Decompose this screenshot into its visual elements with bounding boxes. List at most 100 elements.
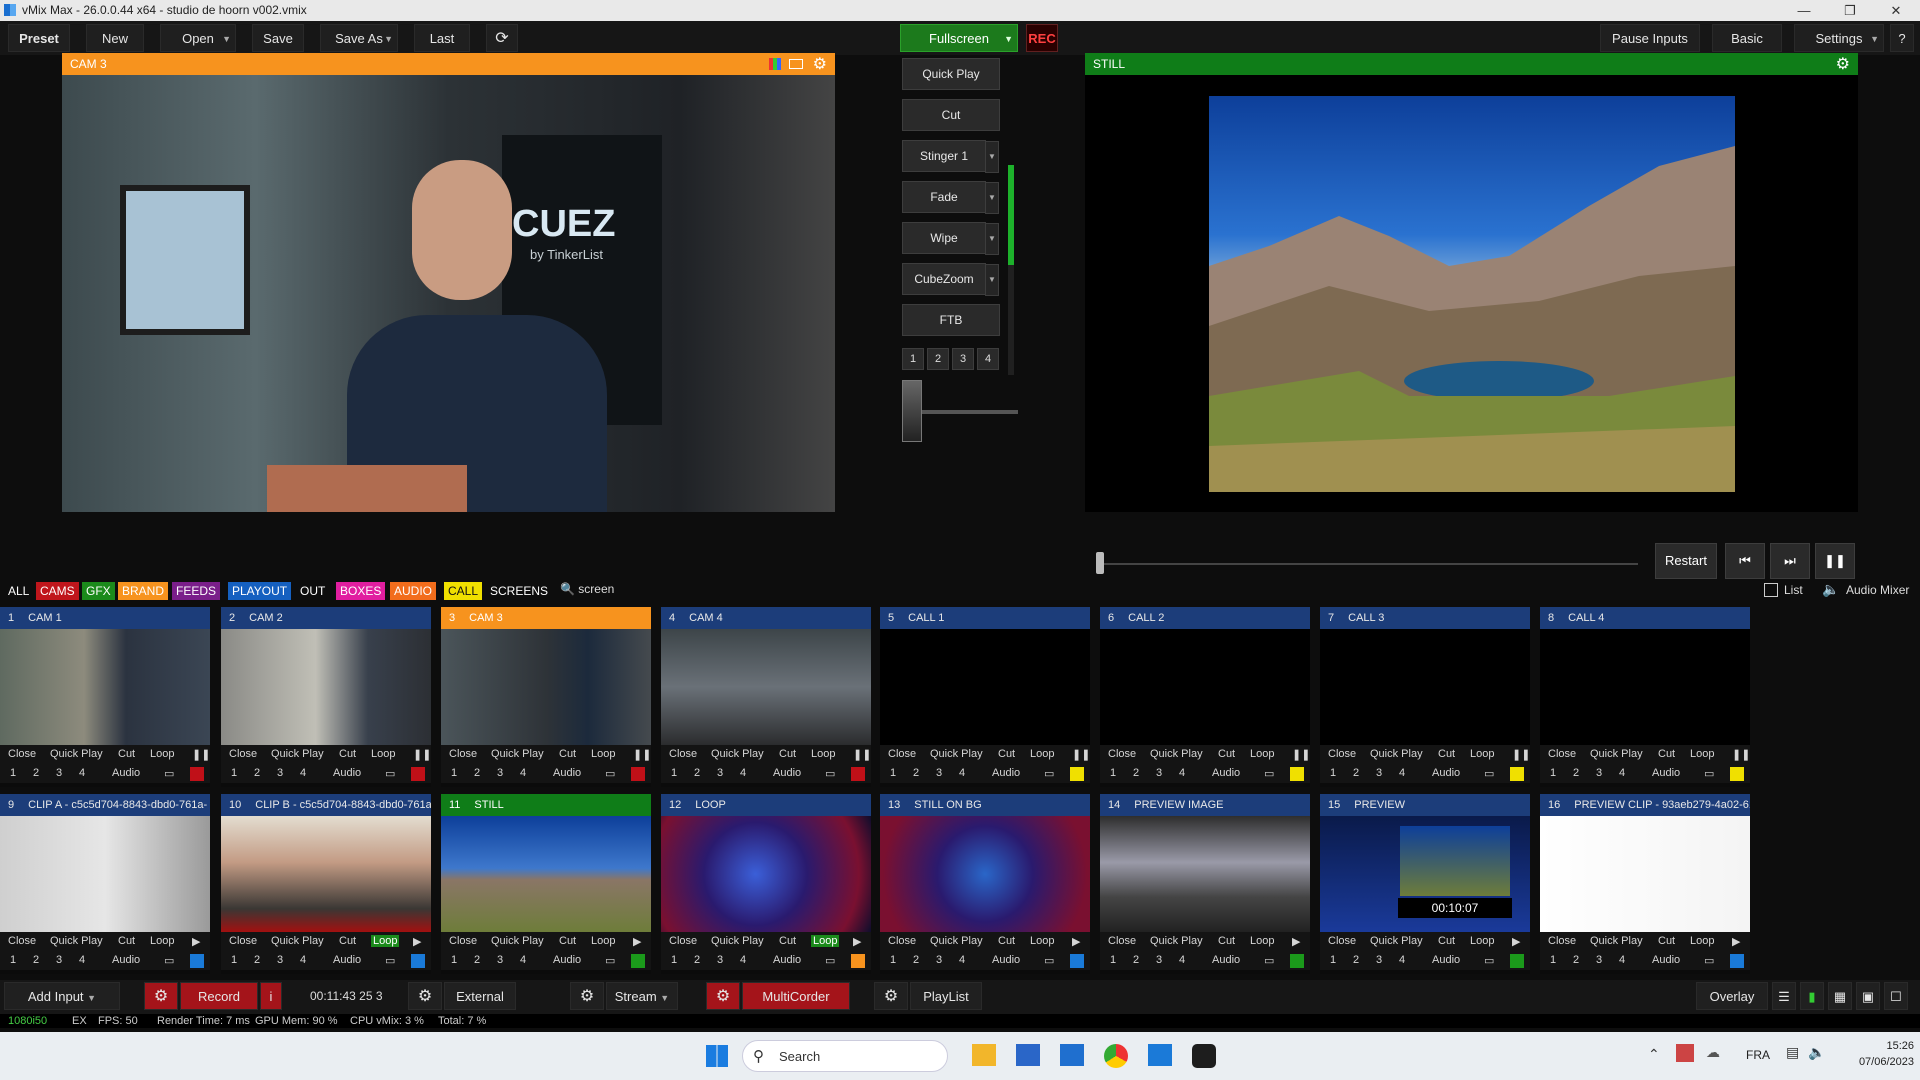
record-button[interactable]: Record bbox=[180, 982, 258, 1010]
cut-button[interactable]: Cut bbox=[998, 935, 1015, 947]
close-button[interactable]: Close bbox=[1548, 748, 1576, 760]
mail-icon[interactable] bbox=[1060, 1044, 1084, 1066]
close-button[interactable]: Close bbox=[669, 935, 697, 947]
cut-button[interactable]: Cut bbox=[902, 99, 1000, 131]
input-header[interactable]: 14 PREVIEW IMAGE bbox=[1100, 794, 1310, 816]
overlay-3-button[interactable]: 3 bbox=[1596, 767, 1602, 779]
gear-icon[interactable]: ⚙ bbox=[813, 54, 827, 74]
overlay-4-button[interactable]: 4 bbox=[520, 767, 526, 779]
seek-bar[interactable] bbox=[1098, 563, 1638, 565]
audio-button[interactable]: Audio bbox=[553, 954, 581, 966]
quick-play-button[interactable]: Quick Play bbox=[50, 748, 103, 760]
quick-play-button[interactable]: Quick Play bbox=[902, 58, 1000, 90]
audio-button[interactable]: Audio bbox=[1652, 767, 1680, 779]
input-settings-icon[interactable] bbox=[851, 767, 865, 781]
overlay-3-button[interactable]: 3 bbox=[1156, 954, 1162, 966]
quick-play-button[interactable]: Quick Play bbox=[271, 935, 324, 947]
play-pause-icon[interactable]: ❚❚ bbox=[413, 748, 431, 761]
tab-brand[interactable]: BRAND bbox=[118, 582, 169, 600]
monitor-icon[interactable]: ▭ bbox=[825, 767, 835, 780]
overlay-2-button[interactable]: 2 bbox=[1353, 767, 1359, 779]
input-settings-icon[interactable] bbox=[851, 954, 865, 968]
monitor-icon[interactable]: ▭ bbox=[605, 954, 615, 967]
input-settings-icon[interactable] bbox=[1730, 954, 1744, 968]
list-label[interactable]: List bbox=[1784, 583, 1803, 597]
input-thumbnail[interactable] bbox=[221, 629, 431, 745]
cut-button[interactable]: Cut bbox=[1438, 935, 1455, 947]
chevron-down-icon[interactable]: ▼ bbox=[985, 223, 999, 255]
input-tile[interactable]: 9 CLIP A - c5c5d704-8843-dbd0-761a- Close Q… bbox=[0, 794, 210, 974]
list-icon[interactable] bbox=[1764, 583, 1778, 597]
overlay-1-button[interactable]: 1 bbox=[10, 954, 16, 966]
overlay-3-button[interactable]: 3 bbox=[497, 767, 503, 779]
network-icon[interactable]: ▤ bbox=[1786, 1044, 1799, 1061]
tray-app-icon[interactable] bbox=[1676, 1044, 1694, 1062]
tab-audio[interactable]: AUDIO bbox=[390, 582, 437, 600]
input-header[interactable]: 7 CALL 3 bbox=[1320, 607, 1530, 629]
pause-icon[interactable]: ❚❚ bbox=[1815, 543, 1855, 579]
play-pause-icon[interactable]: ▶ bbox=[413, 935, 421, 948]
input-header[interactable]: 1 CAM 1 bbox=[0, 607, 210, 629]
quick-play-button[interactable]: Quick Play bbox=[1370, 935, 1423, 947]
overlay-4-button[interactable]: 4 bbox=[1399, 954, 1405, 966]
quick-play-button[interactable]: Quick Play bbox=[1150, 748, 1203, 760]
close-button[interactable]: Close bbox=[888, 748, 916, 760]
overlay-1-button[interactable]: 1 bbox=[231, 954, 237, 966]
transition-3-button[interactable]: 3 bbox=[952, 348, 974, 370]
audio-button[interactable]: Audio bbox=[553, 767, 581, 779]
input-settings-icon[interactable] bbox=[1730, 767, 1744, 781]
overlay-1-button[interactable]: 1 bbox=[1110, 954, 1116, 966]
overlay-2-button[interactable]: 2 bbox=[1573, 767, 1579, 779]
audio-button[interactable]: Audio bbox=[112, 954, 140, 966]
tab-call[interactable]: CALL bbox=[444, 582, 483, 600]
vmix-taskbar-icon[interactable] bbox=[1148, 1044, 1172, 1066]
colour-correction-icon[interactable] bbox=[769, 58, 781, 70]
overlay-2-button[interactable]: 2 bbox=[1133, 767, 1139, 779]
chevron-down-icon[interactable]: ▼ bbox=[87, 993, 96, 1003]
input-thumbnail[interactable] bbox=[1540, 816, 1750, 932]
input-header[interactable]: 8 CALL 4 bbox=[1540, 607, 1750, 629]
transition-2-button[interactable]: 2 bbox=[927, 348, 949, 370]
output-pane[interactable]: STILL ⚙ bbox=[1085, 53, 1858, 512]
tab-gfx[interactable]: GFX bbox=[82, 582, 115, 600]
cut-button[interactable]: Cut bbox=[339, 935, 356, 947]
monitor-icon[interactable]: ▭ bbox=[1044, 954, 1054, 967]
input-thumbnail[interactable] bbox=[0, 816, 210, 932]
audio-button[interactable]: Audio bbox=[333, 767, 361, 779]
cloud-icon[interactable]: ☁ bbox=[1706, 1044, 1720, 1061]
chevron-down-icon[interactable]: ▼ bbox=[985, 182, 999, 214]
input-thumbnail[interactable] bbox=[221, 816, 431, 932]
overlay-4-button[interactable]: 4 bbox=[740, 954, 746, 966]
quick-play-button[interactable]: Quick Play bbox=[1590, 748, 1643, 760]
overlay-4-button[interactable]: 4 bbox=[300, 767, 306, 779]
language-indicator[interactable]: FRA bbox=[1746, 1048, 1770, 1062]
input-thumbnail[interactable] bbox=[441, 816, 651, 932]
close-button[interactable]: Close bbox=[888, 935, 916, 947]
cut-button[interactable]: Cut bbox=[1658, 748, 1675, 760]
open-button[interactable]: Open ▼ bbox=[160, 24, 236, 52]
cubezoom-button[interactable]: CubeZoom ▼ bbox=[902, 263, 999, 296]
monitor-icon[interactable]: ▭ bbox=[164, 767, 174, 780]
monitor-icon[interactable]: ▭ bbox=[164, 954, 174, 967]
play-pause-icon[interactable]: ❚❚ bbox=[633, 748, 651, 761]
input-thumbnail[interactable] bbox=[661, 629, 871, 745]
tab-boxes[interactable]: BOXES bbox=[336, 582, 386, 600]
overlay-3-button[interactable]: 3 bbox=[1376, 954, 1382, 966]
chevron-down-icon[interactable]: ▼ bbox=[222, 25, 231, 53]
input-tile[interactable]: 16 PREVIEW CLIP - 93aeb279-4a02-61 Close Qu… bbox=[1540, 794, 1750, 974]
overlay-2-button[interactable]: 2 bbox=[1573, 954, 1579, 966]
play-pause-icon[interactable]: ❚❚ bbox=[1292, 748, 1310, 761]
overlay-3-button[interactable]: 3 bbox=[936, 767, 942, 779]
cut-button[interactable]: Cut bbox=[559, 748, 576, 760]
input-tile[interactable]: 12 LOOP Close Quick Play Cut Loop ▶ 1 2 3 4 Audio ▭ bbox=[661, 794, 871, 974]
cut-button[interactable]: Cut bbox=[1218, 935, 1235, 947]
overlay-2-button[interactable]: 2 bbox=[33, 954, 39, 966]
input-settings-icon[interactable] bbox=[1510, 767, 1524, 781]
quick-play-button[interactable]: Quick Play bbox=[930, 935, 983, 947]
overlay-1-button[interactable]: 1 bbox=[890, 767, 896, 779]
overlay-2-button[interactable]: 2 bbox=[474, 954, 480, 966]
quick-play-button[interactable]: Quick Play bbox=[711, 935, 764, 947]
input-header[interactable]: 13 STILL ON BG bbox=[880, 794, 1090, 816]
audio-button[interactable]: Audio bbox=[773, 767, 801, 779]
overlay-2-button[interactable]: 2 bbox=[694, 767, 700, 779]
